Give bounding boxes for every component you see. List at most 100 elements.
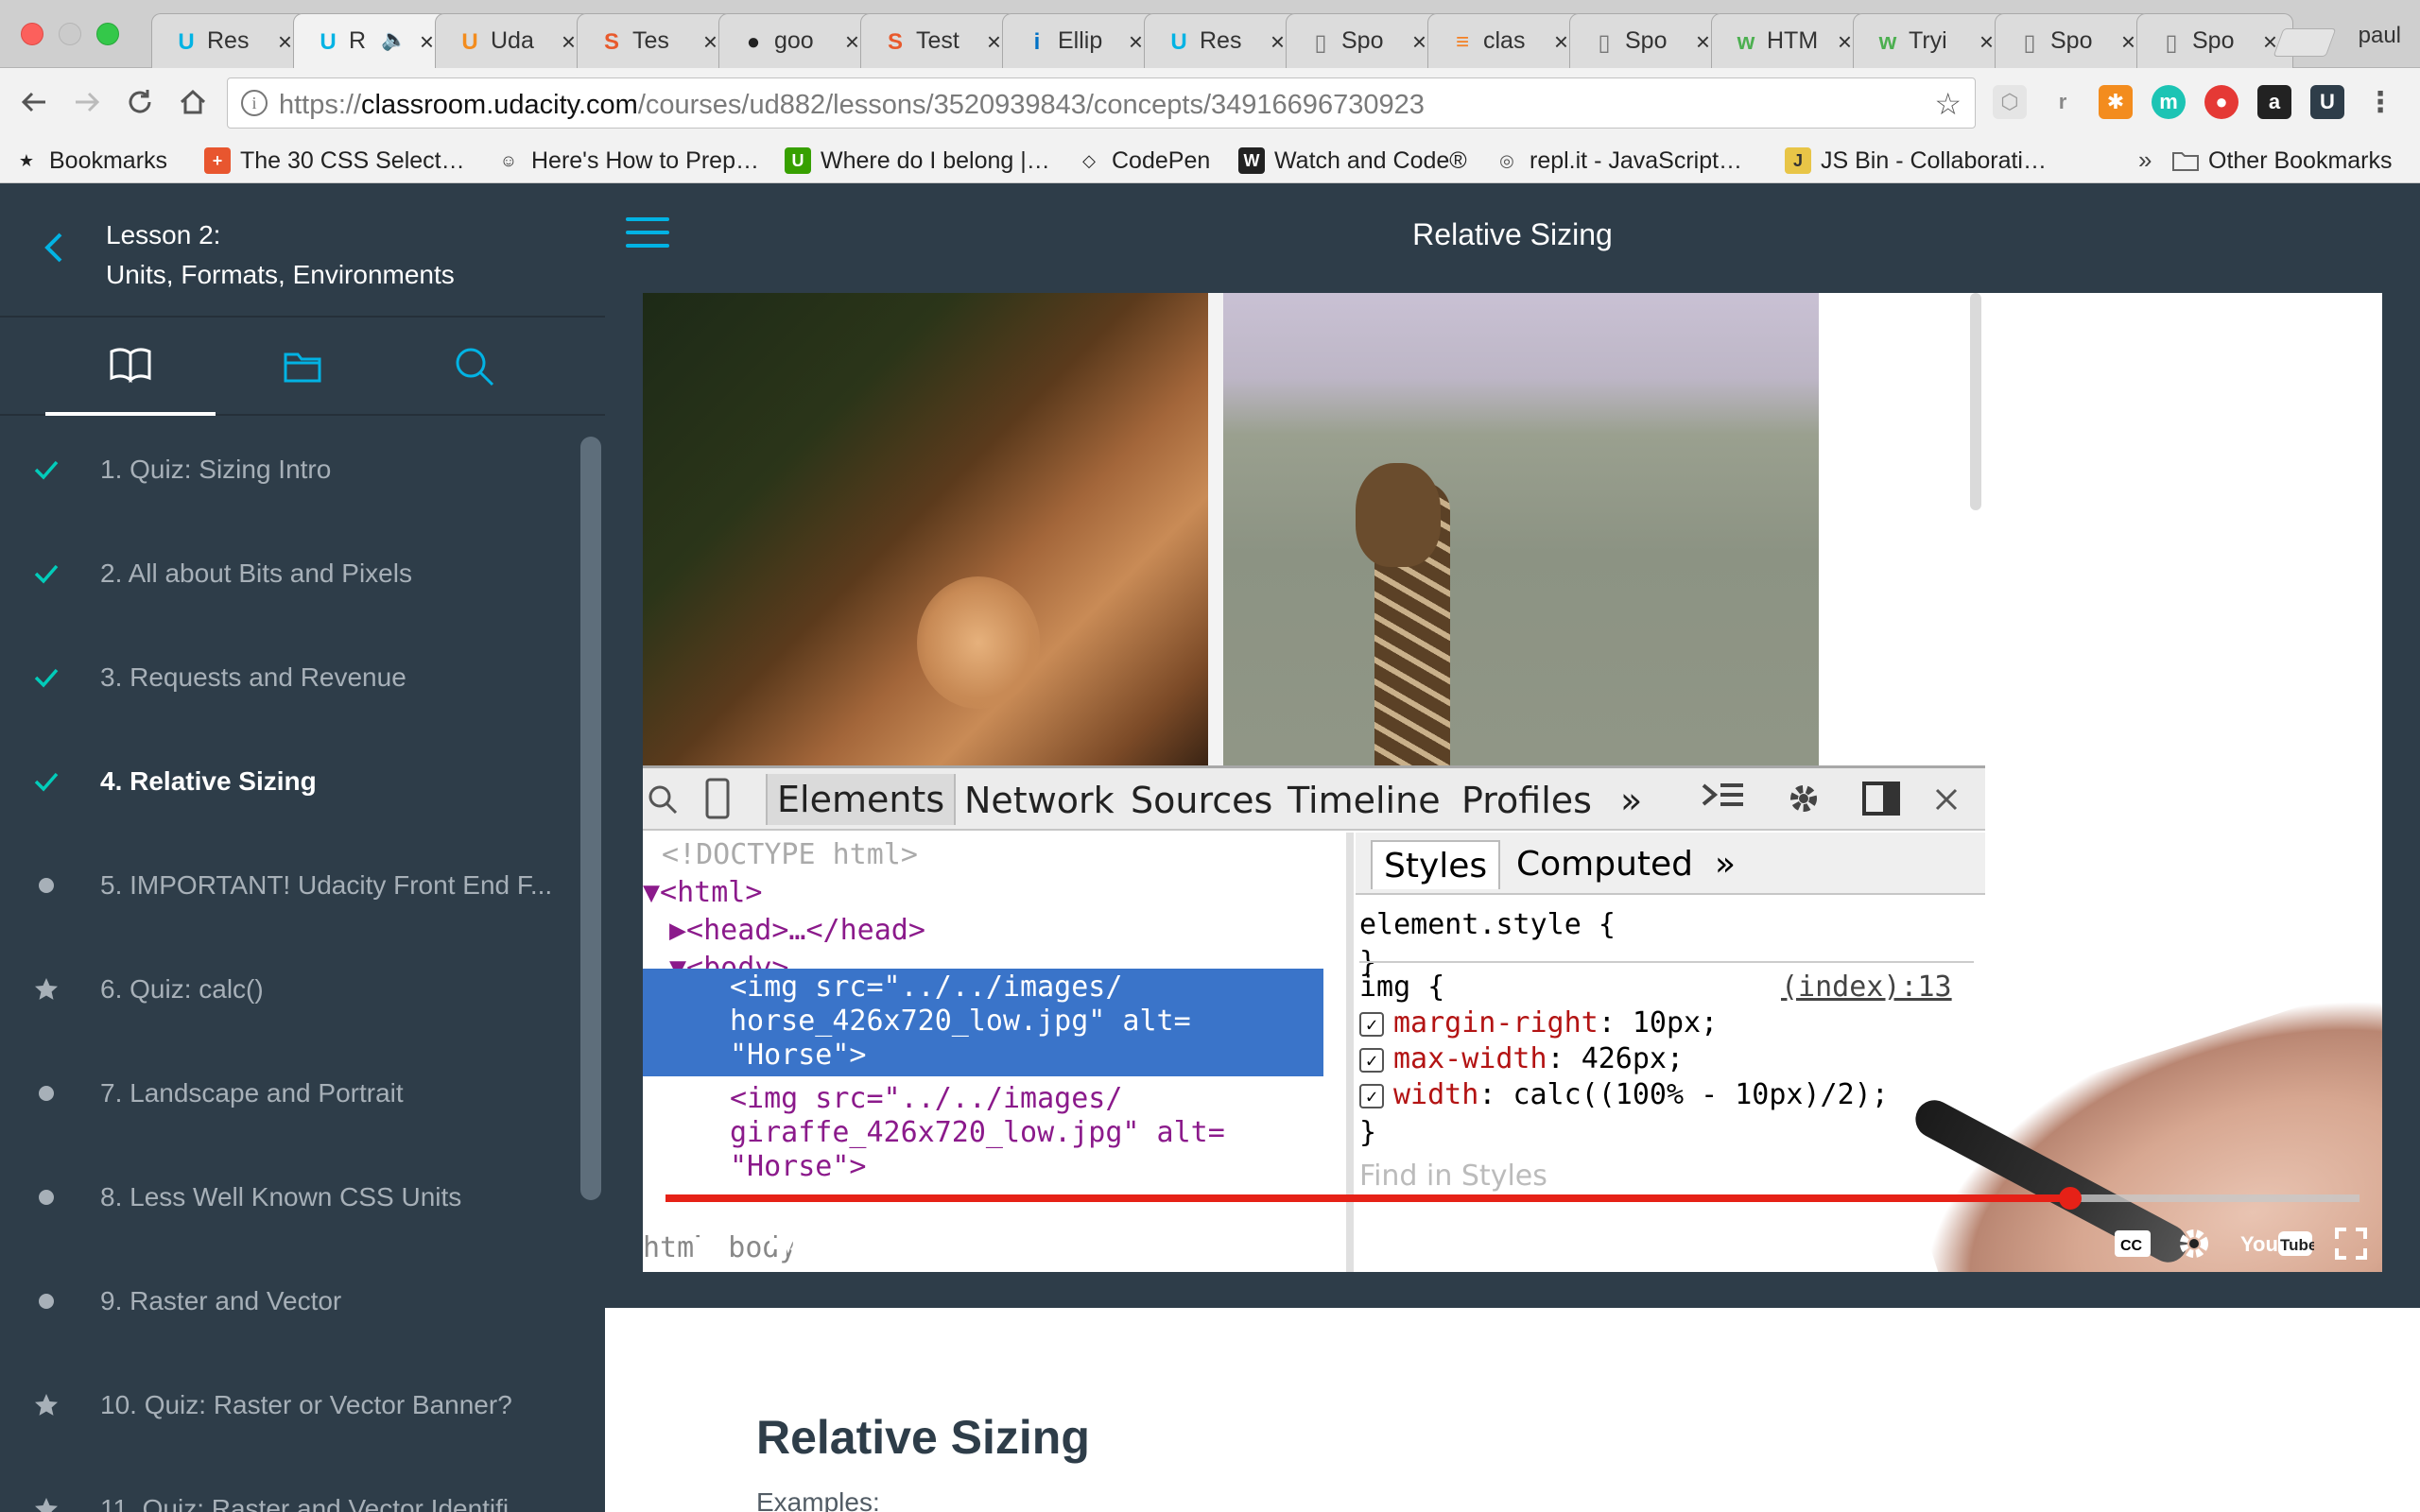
concept-item[interactable]: 8. Less Well Known CSS Units — [0, 1145, 577, 1249]
tab-concepts[interactable] — [45, 318, 216, 416]
arrow-right-icon — [76, 92, 100, 112]
video-giraffe-image — [1223, 293, 1819, 765]
concept-item[interactable]: 6. Quiz: calc() — [0, 937, 577, 1041]
video-player[interactable]: Elements Network Sources Timeline Profiles» … — [643, 293, 2382, 1272]
cube-extension-icon[interactable]: ⬡ — [1993, 85, 2027, 119]
concept-item[interactable]: 2. All about Bits and Pixels — [0, 522, 577, 626]
captions-button[interactable]: CC — [2114, 1223, 2152, 1264]
bookmark-item[interactable]: U Where do I belong |… — [785, 142, 1050, 180]
browser-tab[interactable]: U R × 🔈 — [293, 13, 450, 70]
volume-button[interactable] — [766, 1225, 804, 1263]
reload-button[interactable] — [121, 83, 159, 121]
close-tab-icon[interactable]: × — [562, 27, 576, 57]
bookmark-item[interactable]: J JS Bin - Collaborati… — [1785, 142, 2047, 180]
page-icon: ▯ — [1598, 29, 1611, 56]
pause-button[interactable] — [694, 1225, 732, 1263]
browser-tab[interactable]: S Tes × — [577, 13, 734, 68]
back-to-lessons-button[interactable] — [36, 229, 74, 266]
browser-tab[interactable]: ▯ Spo × — [1995, 13, 2152, 68]
back-button[interactable] — [15, 83, 53, 121]
browser-tab[interactable]: w Tryi × — [1853, 13, 2010, 68]
tomato-extension-icon[interactable]: ● — [2204, 85, 2238, 119]
close-tab-icon[interactable]: × — [1979, 27, 1994, 57]
close-tab-icon[interactable]: × — [1129, 27, 1143, 57]
close-tab-icon[interactable]: × — [1696, 27, 1710, 57]
bookmarks-overflow-button[interactable]: » — [2138, 146, 2152, 175]
tab-title: Res — [207, 27, 250, 54]
forward-button[interactable] — [68, 83, 106, 121]
youtube-logo-button[interactable]: You Tube — [2240, 1223, 2314, 1264]
close-tab-icon[interactable]: × — [987, 27, 1001, 57]
concept-item[interactable]: 4. Relative Sizing — [0, 730, 577, 833]
tab-title: Res — [1200, 27, 1242, 54]
browser-tab[interactable]: S Test × — [860, 13, 1017, 68]
close-tab-icon[interactable]: × — [278, 27, 292, 57]
concept-label: 3. Requests and Revenue — [100, 662, 406, 692]
amazon-extension-icon[interactable]: a — [2257, 85, 2291, 119]
address-bar[interactable]: i https://classroom.udacity.com/courses/… — [227, 77, 1976, 129]
home-button[interactable] — [174, 83, 212, 121]
close-tab-icon[interactable]: × — [1412, 27, 1426, 57]
video-scrubber-handle[interactable] — [2058, 1187, 2082, 1210]
bookmark-star-icon[interactable]: ☆ — [1934, 86, 1962, 122]
close-tab-icon[interactable]: × — [2121, 27, 2135, 57]
star-icon — [32, 1495, 60, 1512]
chrome-menu-icon[interactable]: ⋮ — [2363, 85, 2397, 119]
tab-resources[interactable] — [217, 318, 388, 416]
close-tab-icon[interactable]: × — [1270, 27, 1285, 57]
concept-item[interactable]: 10. Quiz: Raster or Vector Banner? — [0, 1353, 577, 1457]
css-property-name: margin-right — [1393, 1006, 1599, 1040]
window-minimize-button[interactable] — [59, 23, 81, 45]
tab-search[interactable] — [389, 318, 560, 416]
bookmark-item[interactable]: ★ Bookmarks — [13, 142, 167, 180]
bookmark-item[interactable]: ◎ repl.it - JavaScript… — [1494, 142, 1742, 180]
audio-playing-icon[interactable]: 🔈 — [381, 27, 406, 52]
bookmark-item[interactable]: ◇ CodePen — [1076, 142, 1210, 180]
bookmark-item[interactable]: ☺ Here's How to Prep… — [495, 142, 759, 180]
folder-icon — [2172, 147, 2199, 174]
close-tab-icon[interactable]: × — [703, 27, 717, 57]
concept-item[interactable]: 1. Quiz: Sizing Intro — [0, 418, 577, 522]
settings-button[interactable] — [2176, 1223, 2212, 1264]
bookmark-item[interactable]: + The 30 CSS Select… — [204, 142, 465, 180]
browser-tab[interactable]: w HTM × — [1711, 13, 1868, 68]
concept-item[interactable]: 3. Requests and Revenue — [0, 626, 577, 730]
concept-item[interactable]: 5. IMPORTANT! Udacity Front End F... — [0, 833, 577, 937]
concept-label: 7. Landscape and Portrait — [100, 1078, 404, 1108]
video-progress-bar[interactable] — [666, 1187, 2360, 1210]
other-bookmarks[interactable]: Other Bookmarks — [2172, 142, 2393, 180]
browser-tab[interactable]: ▯ Spo × — [1569, 13, 1726, 68]
plus-icon: + — [204, 147, 231, 174]
bookmark-item[interactable]: W Watch and Code® — [1238, 142, 1467, 180]
rule-selector: img { — [1359, 971, 1445, 1004]
window-close-button[interactable] — [21, 23, 43, 45]
new-tab-button[interactable] — [2273, 28, 2337, 57]
browser-tab[interactable]: U Res × — [1144, 13, 1301, 68]
r-extension-icon[interactable]: r — [2046, 85, 2080, 119]
browser-tab[interactable]: i Ellip × — [1002, 13, 1159, 68]
sidebar-scrollbar[interactable] — [580, 437, 601, 1200]
browser-tab[interactable]: ≡ clas × — [1427, 13, 1584, 68]
window-maximize-button[interactable] — [96, 23, 119, 45]
tab-title: HTM — [1767, 27, 1819, 54]
concept-item[interactable]: 7. Landscape and Portrait — [0, 1041, 577, 1145]
css-property-value: 10px; — [1632, 1006, 1719, 1040]
profile-button[interactable]: paul — [2359, 23, 2401, 49]
hubspot-extension-icon[interactable]: ✱ — [2099, 85, 2133, 119]
udacity-extension-icon[interactable]: U — [2310, 85, 2344, 119]
fullscreen-button[interactable] — [2335, 1223, 2367, 1264]
browser-tab[interactable]: U Res × — [151, 13, 308, 68]
browser-tab[interactable]: ▯ Spo × — [2136, 13, 2293, 68]
browser-tab[interactable]: ▯ Spo × — [1286, 13, 1443, 68]
close-tab-icon[interactable]: × — [1838, 27, 1852, 57]
url-text[interactable]: https://classroom.udacity.com/courses/ud… — [279, 90, 1425, 121]
concept-item[interactable]: 9. Raster and Vector — [0, 1249, 577, 1353]
browser-tab[interactable]: U Uda × — [435, 13, 592, 68]
close-tab-icon[interactable]: × — [1554, 27, 1568, 57]
concept-item[interactable]: 11. Quiz: Raster and Vector Identifi... — [0, 1457, 577, 1512]
m-extension-icon[interactable]: m — [2152, 85, 2186, 119]
browser-tab[interactable]: ● goo × — [718, 13, 875, 68]
close-tab-icon[interactable]: × — [845, 27, 859, 57]
close-tab-icon[interactable]: × — [420, 27, 434, 57]
info-icon[interactable]: i — [241, 90, 268, 116]
